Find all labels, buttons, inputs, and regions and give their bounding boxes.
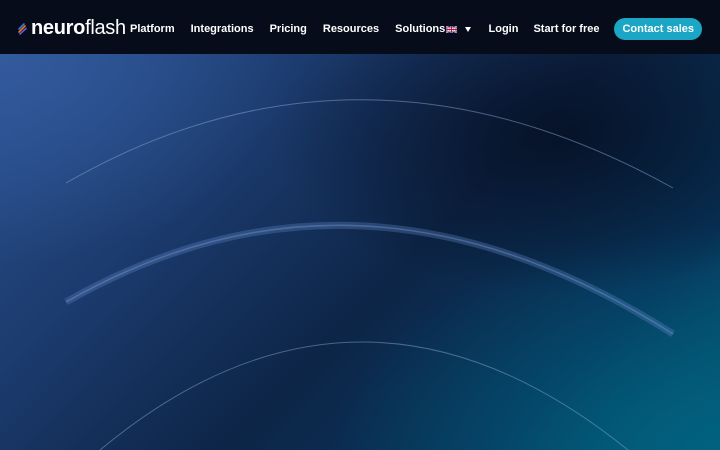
logo-text-light: flash [85,17,126,39]
page: neuroflash Platform Integrations Pricing… [0,0,720,450]
header-actions: Login Start for free Contact sales [445,0,702,58]
nav-item-resources[interactable]: Resources [323,23,379,35]
chevron-down-icon [464,26,471,32]
login-link[interactable]: Login [489,23,519,35]
arc-top [65,99,674,189]
top-navigation-bar: neuroflash Platform Integrations Pricing… [0,0,720,54]
neuroflash-logo[interactable]: neuroflash [17,16,126,40]
nav-item-platform[interactable]: Platform [130,23,175,35]
contact-sales-button[interactable]: Contact sales [614,18,702,40]
logo-text-bold: neuro [31,17,86,39]
decorative-arcs [64,99,675,450]
start-for-free-link[interactable]: Start for free [533,23,599,35]
logo-stripes-icon [18,23,27,35]
logo-text: neuroflash [31,18,126,38]
arc-middle-glow [64,221,675,337]
nav-item-integrations[interactable]: Integrations [191,23,254,35]
uk-flag-icon [445,25,457,33]
main-nav: Platform Integrations Pricing Resources … [130,0,461,58]
nav-item-pricing[interactable]: Pricing [270,23,307,35]
language-selector[interactable] [445,25,471,33]
hero-background [0,54,720,450]
nav-item-solutions[interactable]: Solutions [395,23,445,35]
arc-bottom [99,341,629,450]
